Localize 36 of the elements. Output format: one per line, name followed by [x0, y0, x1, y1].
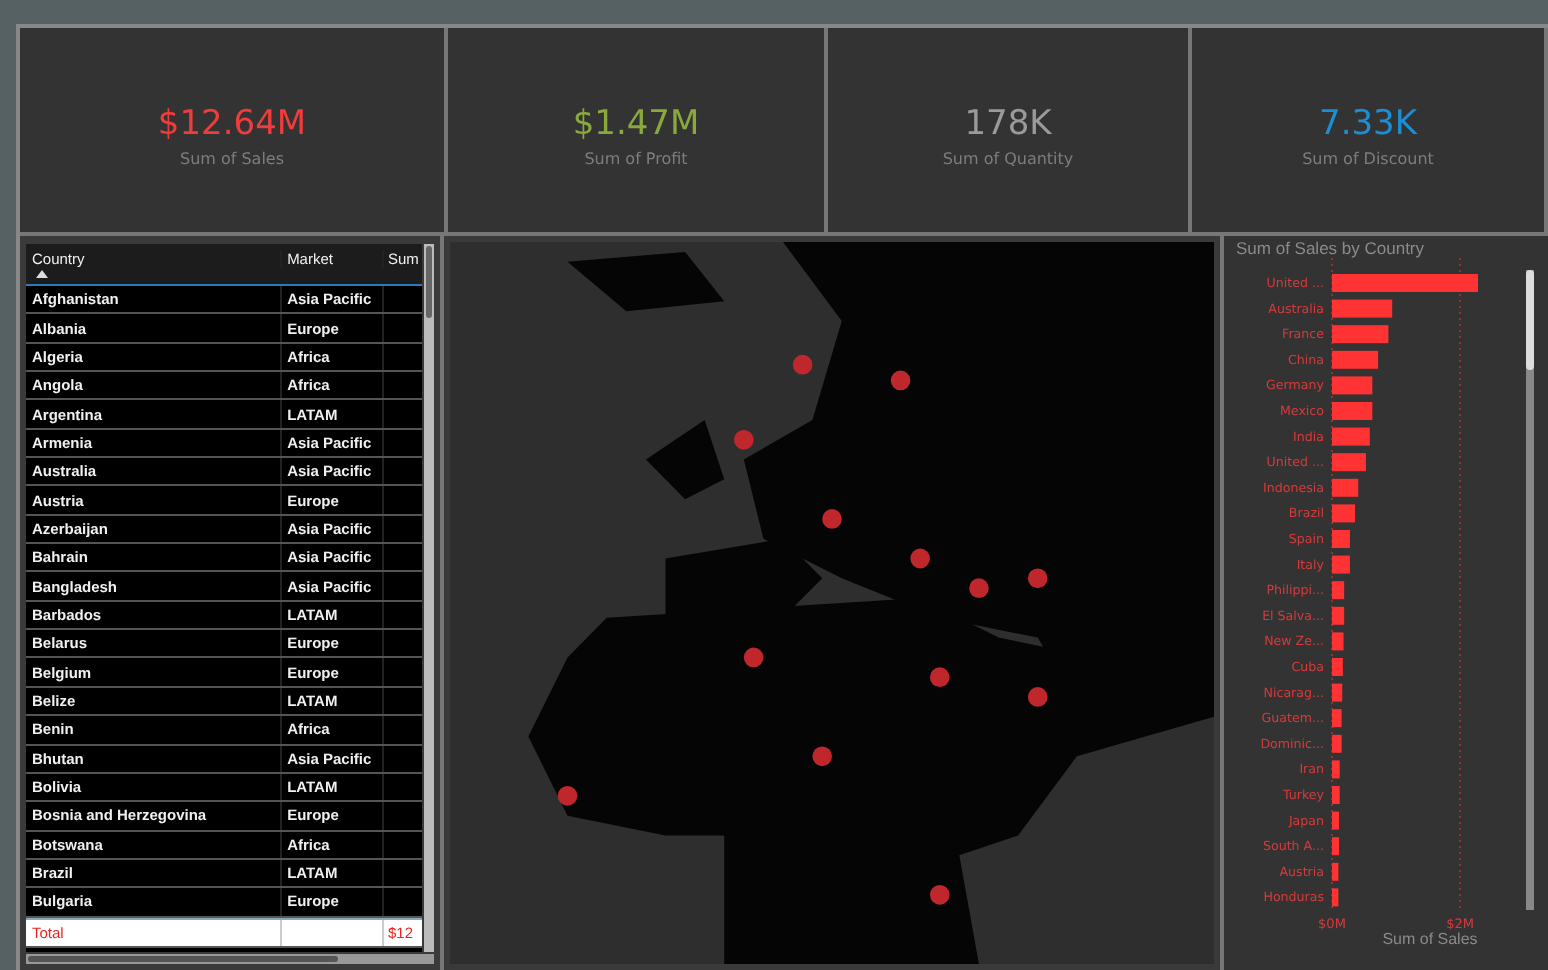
bar[interactable]	[1332, 837, 1340, 856]
bar[interactable]	[1332, 862, 1339, 881]
bar[interactable]	[1332, 555, 1350, 574]
bar[interactable]	[1332, 632, 1344, 651]
bar[interactable]	[1332, 504, 1356, 523]
bar[interactable]	[1332, 478, 1359, 497]
kpi-value: $12.64M	[157, 104, 307, 144]
horizontal-scrollbar[interactable]	[26, 954, 434, 964]
axis-title: Sum of Sales	[1380, 930, 1480, 948]
chart-title: Sum of Sales by Country	[1236, 238, 1427, 258]
bar[interactable]	[1332, 402, 1373, 420]
kpi-value: $1.47M	[572, 104, 700, 144]
kpi-label: Sum of Quantity	[942, 150, 1074, 168]
bar[interactable]	[1332, 709, 1342, 728]
bar[interactable]	[1332, 325, 1389, 344]
vertical-scrollbar[interactable]	[1526, 270, 1534, 910]
kpi-value: 178K	[964, 104, 1052, 144]
bar[interactable]	[1332, 734, 1342, 753]
bar[interactable]	[1332, 376, 1373, 395]
bar[interactable]	[1332, 299, 1393, 318]
bar[interactable]	[1332, 453, 1366, 472]
bar[interactable]	[1332, 760, 1340, 779]
bar[interactable]	[1332, 427, 1370, 446]
kpi-value: 7.33K	[1319, 104, 1417, 144]
bar[interactable]	[1332, 350, 1379, 369]
kpi-label: Sum of Sales	[179, 150, 285, 168]
bar[interactable]	[1332, 888, 1339, 907]
kpi-label: Sum of Profit	[584, 150, 688, 168]
vertical-scrollbar[interactable]	[424, 244, 434, 952]
sort-ascending-icon	[36, 270, 48, 278]
bar[interactable]	[1332, 811, 1340, 830]
bar[interactable]	[1332, 786, 1340, 804]
bar[interactable]	[1332, 683, 1343, 702]
kpi-label: Sum of Discount	[1302, 150, 1434, 168]
bar[interactable]	[1332, 581, 1345, 600]
bar[interactable]	[1332, 606, 1345, 625]
